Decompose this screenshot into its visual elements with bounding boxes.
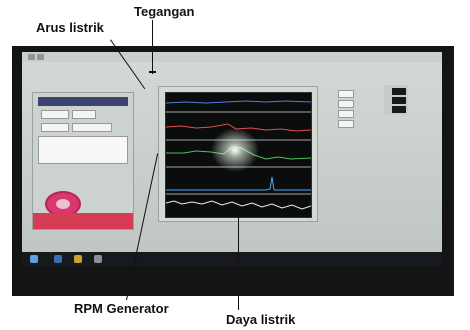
tegangan-trace <box>166 100 311 104</box>
annotation-rpm-generator: RPM Generator <box>74 301 169 316</box>
window-titlebar <box>22 52 442 62</box>
legend-box-2 <box>338 100 354 108</box>
settings-field-2[interactable] <box>41 123 69 132</box>
window-menu-icon[interactable] <box>28 54 35 60</box>
status-textbox[interactable] <box>38 136 128 164</box>
control-panel <box>32 92 134 230</box>
settings-row-1 <box>38 110 128 119</box>
camera-glare <box>211 128 259 172</box>
taskbar-app-icon-2[interactable] <box>74 255 82 263</box>
legend-box-1 <box>338 90 354 98</box>
indicator-1 <box>392 88 406 95</box>
arrow-tegangan-head <box>149 71 156 73</box>
monitor-screen <box>22 52 442 266</box>
annotation-arus-listrik: Arus listrik <box>36 20 104 35</box>
panel-header <box>38 97 128 106</box>
spike-trace <box>166 176 311 191</box>
waveform-svg <box>166 100 311 210</box>
graph-window <box>158 86 318 222</box>
legend-box-3 <box>338 110 354 118</box>
waveform-plot <box>165 92 312 218</box>
indicator-panel <box>384 85 408 115</box>
settings-field-1[interactable] <box>41 110 69 119</box>
taskbar-app-icon-3[interactable] <box>94 255 102 263</box>
indicator-2 <box>392 97 406 104</box>
arrow-daya <box>238 216 239 310</box>
arrow-tegangan <box>152 20 153 74</box>
annotation-tegangan: Tegangan <box>134 4 195 19</box>
daya-trace <box>166 200 311 210</box>
start-menu-icon[interactable] <box>30 255 38 263</box>
taskbar-app-icon-1[interactable] <box>54 255 62 263</box>
annotation-daya-listrik: Daya listrik <box>226 312 296 327</box>
window-run-icon[interactable] <box>37 54 44 60</box>
settings-field-2b[interactable] <box>72 123 112 132</box>
indicator-3 <box>392 106 406 113</box>
legend-box-4 <box>338 120 354 128</box>
settings-row-2 <box>38 123 128 132</box>
taskbar <box>22 252 442 266</box>
stop-button[interactable] <box>33 213 133 229</box>
start-button-highlight <box>56 199 70 209</box>
settings-field-1b[interactable] <box>72 110 96 119</box>
